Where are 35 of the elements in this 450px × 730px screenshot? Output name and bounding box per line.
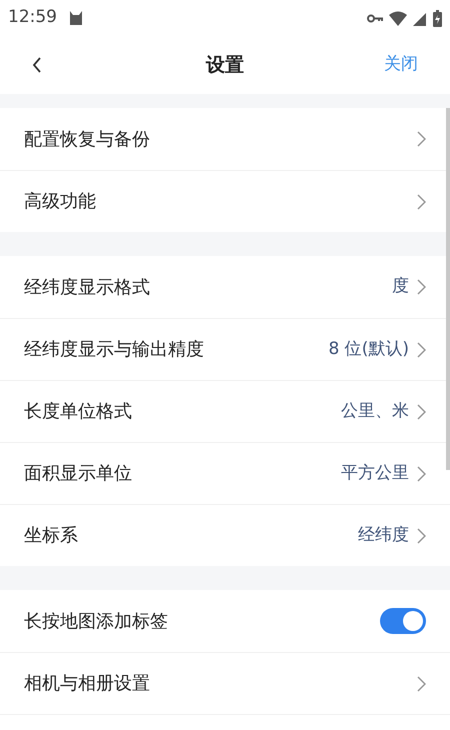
key-icon	[367, 14, 383, 22]
row-label: 高级功能	[24, 190, 96, 214]
toggle-switch[interactable]	[380, 608, 426, 634]
row-label: 经纬度显示与输出精度	[24, 338, 204, 362]
settings-row[interactable]: 配置恢复与备份	[0, 108, 450, 170]
page-title: 设置	[206, 52, 244, 78]
row-label: 配置恢复与备份	[24, 128, 150, 152]
row-label: 长按地图添加标签	[24, 610, 168, 634]
cat-icon	[69, 10, 83, 26]
row-label: 经纬度显示格式	[24, 276, 150, 300]
battery-icon	[433, 10, 442, 26]
signal-icon	[413, 10, 427, 26]
row-value: 平方公里	[341, 462, 409, 485]
row-label: 面积显示单位	[24, 462, 132, 486]
back-icon[interactable]	[32, 57, 42, 73]
row-value: 经纬度	[358, 524, 409, 547]
row-value: 度	[392, 275, 409, 298]
chevron-right-icon	[417, 279, 426, 295]
wifi-icon	[389, 10, 407, 26]
chevron-right-icon	[417, 131, 426, 147]
chevron-right-icon	[417, 466, 426, 482]
chevron-right-icon	[417, 528, 426, 544]
status-time: 12:59	[8, 6, 57, 30]
row-label: 长度单位格式	[24, 400, 132, 424]
settings-row[interactable]: 经纬度显示格式 度	[0, 256, 450, 318]
settings-row[interactable]: 长按地图添加标签	[0, 590, 450, 652]
settings-row[interactable]: 坐标系 经纬度	[0, 504, 450, 566]
chevron-right-icon	[417, 404, 426, 420]
chevron-right-icon	[417, 676, 426, 692]
row-label: 相机与相册设置	[24, 672, 150, 696]
chevron-right-icon	[417, 194, 426, 210]
row-value: 公里、米	[341, 400, 409, 423]
row-value: 8 位(默认)	[328, 338, 409, 361]
chevron-right-icon	[417, 342, 426, 358]
row-label: 坐标系	[24, 524, 78, 548]
